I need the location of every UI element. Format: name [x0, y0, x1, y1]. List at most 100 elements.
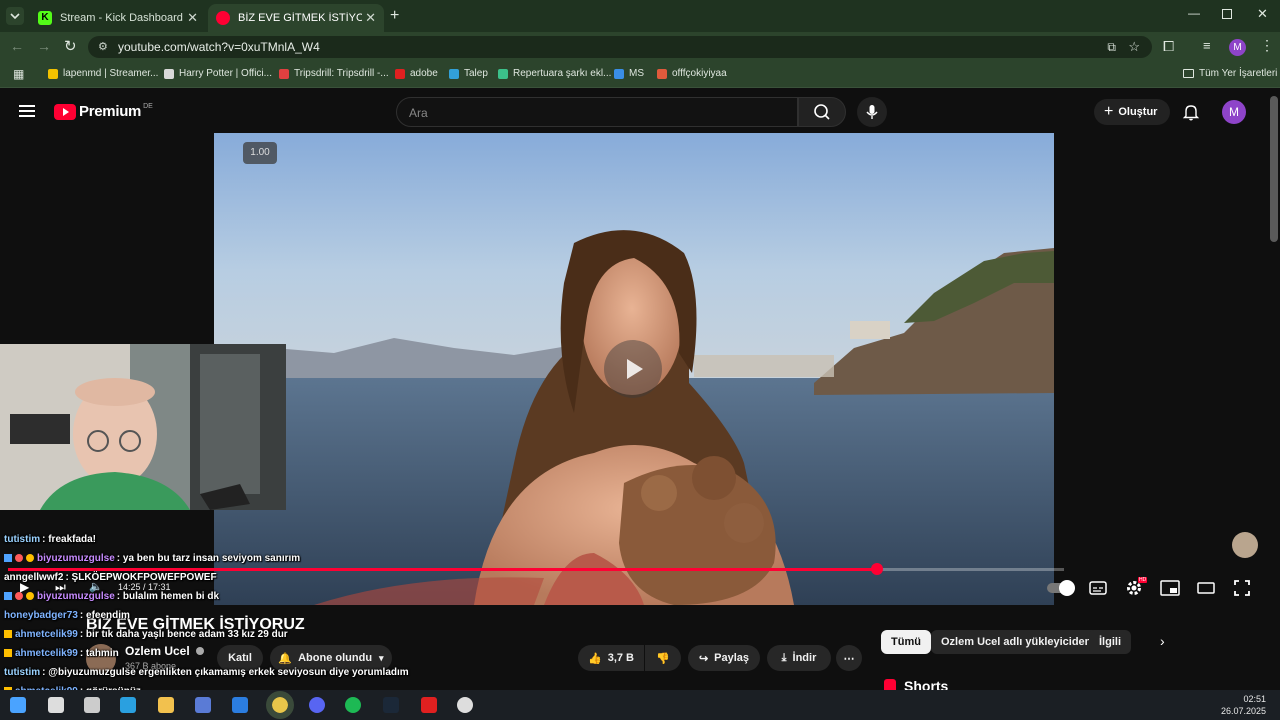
like-button[interactable]: 👍 3,7 B — [578, 645, 644, 671]
miniplayer-icon[interactable] — [1160, 580, 1180, 596]
all-bookmarks-folder[interactable]: Tüm Yer İşaretleri — [1183, 68, 1277, 79]
dog-avatar-icon[interactable] — [1232, 532, 1258, 558]
new-tab-button[interactable]: + — [390, 7, 399, 25]
chat-username[interactable]: tutistim — [4, 667, 40, 678]
media-controls-icon[interactable]: ≡ — [1203, 38, 1211, 53]
fullscreen-icon[interactable] — [1234, 580, 1250, 596]
browser-menu-icon[interactable]: ⋮ — [1260, 37, 1274, 54]
task-view-icon[interactable] — [84, 697, 100, 713]
chevron-down-icon: ▾ — [379, 652, 384, 663]
filter-chip-uploader[interactable]: Ozlem Ucel adlı yükleyiciden — [931, 630, 1102, 654]
chat-text: : bulalım hemen bi dk — [116, 591, 220, 602]
chat-message: honeybadger73: efeendim — [4, 610, 130, 621]
chat-username[interactable]: honeybadger73 — [4, 610, 78, 621]
bookmark-label: Tripsdrill: Tripsdrill -... — [294, 68, 389, 79]
file-explorer-icon[interactable] — [158, 697, 174, 713]
outlook-icon[interactable] — [232, 697, 248, 713]
discord-icon[interactable] — [309, 697, 325, 713]
autoplay-toggle[interactable] — [1047, 580, 1075, 596]
extensions-icon[interactable]: ⧠ — [1163, 38, 1174, 55]
bookmark-favicon-icon — [614, 68, 624, 79]
chat-username[interactable]: anngellwwf2 — [4, 572, 63, 583]
address-bar[interactable]: ⚙ youtube.com/watch?v=0xuTMnlA_W4 ⧉ ☆ — [88, 36, 1152, 58]
more-actions-button[interactable]: ⋯ — [836, 645, 862, 671]
spotify-icon[interactable] — [345, 697, 361, 713]
like-count: 3,7 B — [607, 652, 634, 664]
chevron-down-icon — [10, 13, 20, 20]
back-icon[interactable]: ← — [10, 38, 24, 54]
apps-grid-icon[interactable]: ▦ — [13, 67, 24, 81]
account-avatar[interactable]: M — [1222, 100, 1246, 124]
subtitles-icon[interactable] — [1089, 580, 1107, 596]
forward-icon[interactable]: → — [37, 38, 51, 54]
tab-kick-dashboard[interactable]: K Stream - Kick Dashboard ✕ — [30, 4, 206, 32]
bookmarks-bar: ▦ lapenmd | Streamer... Harry Potter | O… — [0, 62, 1280, 88]
chat-username[interactable]: tutistim — [4, 534, 40, 545]
install-app-icon[interactable]: ⧉ — [1107, 36, 1116, 58]
close-window-button[interactable]: ✕ — [1257, 6, 1268, 22]
download-button[interactable]: ⤓ İndir — [767, 645, 831, 671]
reload-icon[interactable]: ↻ — [64, 37, 77, 55]
youtube-logo[interactable]: Premium DE — [54, 103, 153, 120]
bookmark-star-icon[interactable]: ☆ — [1128, 36, 1140, 58]
create-button[interactable]: + Oluştur — [1094, 99, 1170, 125]
edge-icon[interactable] — [120, 697, 136, 713]
bookmark-item[interactable]: Talep — [449, 68, 488, 79]
bookmark-favicon-icon — [164, 68, 174, 79]
kick-favicon-icon: K — [38, 11, 52, 25]
site-info-icon[interactable]: ⚙ — [98, 36, 108, 58]
search-input[interactable]: Ara — [396, 97, 798, 127]
chat-username[interactable]: ahmetcelik99 — [15, 648, 78, 659]
progress-bar[interactable] — [8, 563, 1064, 575]
bookmark-item[interactable]: offfçokiyiyaa — [657, 68, 727, 79]
chat-message: biyuzumuzgulse: bulalım hemen bi dk — [4, 591, 219, 602]
share-icon: ↪ — [698, 652, 709, 665]
theater-icon[interactable] — [1197, 582, 1215, 594]
system-clock[interactable]: 02:51 26.07.2025 — [1221, 693, 1266, 717]
tab-label: Stream - Kick Dashboard — [60, 12, 183, 24]
tab-youtube-video[interactable]: BİZ EVE GİTMEK İSTİYORUZ - Yo ✕ — [208, 4, 384, 32]
chat-message: ahmetcelik99: tahmin — [4, 648, 119, 659]
chat-username[interactable]: biyuzumuzgulse — [37, 553, 115, 564]
search-button[interactable] — [798, 97, 846, 127]
page-scrollbar[interactable] — [1270, 96, 1278, 242]
chat-username[interactable]: biyuzumuzgulse — [37, 591, 115, 602]
tab-list-button[interactable] — [6, 7, 24, 25]
channel-name[interactable]: Ozlem Ucel — [125, 644, 205, 658]
store-icon[interactable] — [195, 697, 211, 713]
profile-avatar[interactable]: M — [1229, 39, 1246, 56]
download-label: İndir — [792, 652, 817, 664]
obs-icon[interactable] — [457, 697, 473, 713]
youtube-play-logo-icon — [54, 103, 76, 120]
bookmark-item[interactable]: adobe — [395, 68, 438, 79]
search-icon[interactable] — [48, 697, 64, 713]
chat-text: : tahmin — [79, 648, 119, 659]
steam-icon[interactable] — [383, 697, 399, 713]
bookmark-item[interactable]: lapenmd | Streamer... — [48, 68, 158, 79]
bookmark-item[interactable]: Repertuara şarkı ekl... — [498, 68, 611, 79]
menu-icon[interactable] — [19, 105, 35, 117]
download-icon: ⤓ — [781, 651, 787, 664]
dislike-button[interactable]: 👎 — [645, 645, 681, 671]
share-button[interactable]: ↪ Paylaş — [688, 645, 760, 671]
filter-chip-all[interactable]: Tümü — [881, 630, 931, 654]
acrobat-icon[interactable] — [421, 697, 437, 713]
maximize-button[interactable] — [1222, 9, 1232, 19]
logo-text: Premium — [79, 103, 142, 120]
filter-chip-related[interactable]: İlgili — [1089, 630, 1131, 654]
windows-icon[interactable] — [10, 697, 26, 713]
close-icon[interactable]: ✕ — [365, 10, 376, 26]
close-icon[interactable]: ✕ — [187, 10, 198, 26]
bookmark-item[interactable]: Harry Potter | Offici... — [164, 68, 272, 79]
notifications-button[interactable] — [1181, 102, 1201, 127]
voice-search-button[interactable] — [857, 97, 887, 127]
center-play-button[interactable] — [604, 340, 662, 398]
progress-scrubber[interactable] — [871, 563, 883, 575]
bookmark-item[interactable]: Tripsdrill: Tripsdrill -... — [279, 68, 389, 79]
chat-message: ahmetcelik99: bir tık daha yaşlı bence a… — [4, 629, 288, 640]
chevron-right-icon[interactable]: › — [1160, 633, 1165, 649]
minimize-button[interactable]: — — [1188, 6, 1200, 20]
chrome-icon[interactable] — [266, 691, 294, 719]
chat-username[interactable]: ahmetcelik99 — [15, 629, 78, 640]
bookmark-item[interactable]: MS — [614, 68, 644, 79]
